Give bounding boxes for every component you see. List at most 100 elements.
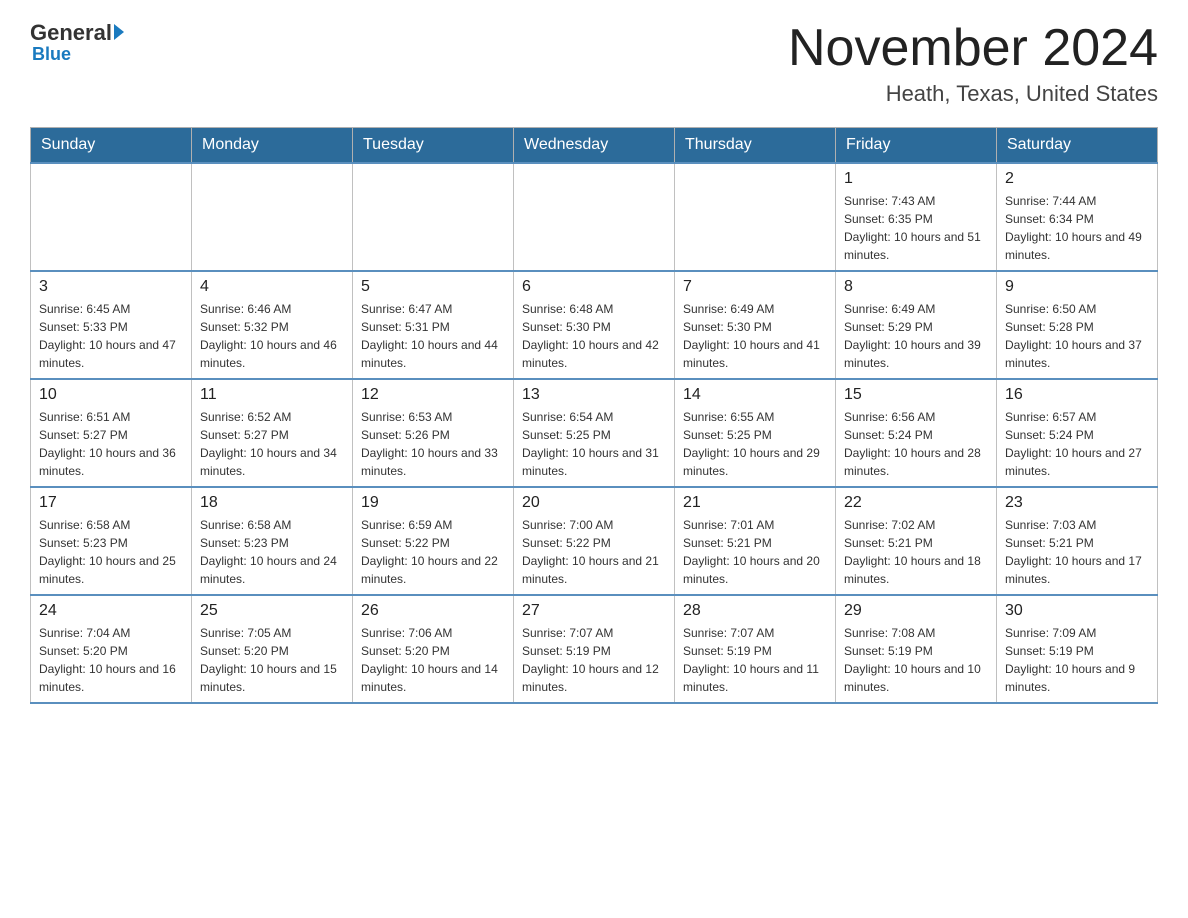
day-info: Sunrise: 6:58 AM Sunset: 5:23 PM Dayligh… — [39, 516, 183, 588]
day-info: Sunrise: 7:08 AM Sunset: 5:19 PM Dayligh… — [844, 624, 988, 696]
day-info: Sunrise: 6:52 AM Sunset: 5:27 PM Dayligh… — [200, 408, 344, 480]
day-info: Sunrise: 6:49 AM Sunset: 5:29 PM Dayligh… — [844, 300, 988, 372]
calendar-cell-w1-d5 — [675, 163, 836, 271]
day-number: 3 — [39, 278, 183, 296]
day-number: 30 — [1005, 602, 1149, 620]
day-info: Sunrise: 6:55 AM Sunset: 5:25 PM Dayligh… — [683, 408, 827, 480]
calendar-cell-w3-d4: 13Sunrise: 6:54 AM Sunset: 5:25 PM Dayli… — [514, 379, 675, 487]
day-info: Sunrise: 7:01 AM Sunset: 5:21 PM Dayligh… — [683, 516, 827, 588]
day-number: 19 — [361, 494, 505, 512]
day-number: 23 — [1005, 494, 1149, 512]
calendar-cell-w3-d7: 16 Sunrise: 6:57 AM Sunset: 5:24 PM Dayli… — [997, 379, 1158, 487]
day-info: Sunrise: 7:06 AM Sunset: 5:20 PM Dayligh… — [361, 624, 505, 696]
day-number: 28 — [683, 602, 827, 620]
logo-text: General — [30, 20, 124, 46]
day-number: 4 — [200, 278, 344, 296]
month-title: November 2024 — [788, 20, 1158, 77]
day-info: Sunrise: 7:03 AM Sunset: 5:21 PM Dayligh… — [1005, 516, 1149, 588]
calendar-cell-w5-d2: 25 Sunrise: 7:05 AM Sunset: 5:20 PM Dayli… — [192, 595, 353, 703]
day-info: Sunrise: 6:45 AM Sunset: 5:33 PM Dayligh… — [39, 300, 183, 372]
calendar-cell-w4-d2: 18 Sunrise: 6:58 AM Sunset: 5:23 PM Dayli… — [192, 487, 353, 595]
calendar-cell-w4-d4: 20 Sunrise: 7:00 AM Sunset: 5:22 PM Dayli… — [514, 487, 675, 595]
day-info: Sunrise: 7:00 AM Sunset: 5:22 PM Dayligh… — [522, 516, 666, 588]
day-info: Sunrise: 7:05 AM Sunset: 5:20 PM Dayligh… — [200, 624, 344, 696]
day-info: Sunrise: 6:48 AM Sunset: 5:30 PM Dayligh… — [522, 300, 666, 372]
calendar-cell-w5-d4: 27 Sunrise: 7:07 AM Sunset: 5:19 PM Dayli… — [514, 595, 675, 703]
col-friday: Friday — [836, 128, 997, 164]
col-thursday: Thursday — [675, 128, 836, 164]
day-number: 2 — [1005, 170, 1149, 188]
day-info: Sunrise: 6:58 AM Sunset: 5:23 PM Dayligh… — [200, 516, 344, 588]
calendar-cell-w1-d4 — [514, 163, 675, 271]
col-tuesday: Tuesday — [353, 128, 514, 164]
calendar-cell-w1-d2 — [192, 163, 353, 271]
day-number: 22 — [844, 494, 988, 512]
day-number: 17 — [39, 494, 183, 512]
day-info: Sunrise: 7:07 AM Sunset: 5:19 PM Dayligh… — [683, 624, 827, 696]
day-number: 1 — [844, 170, 988, 188]
day-number: 16 — [1005, 386, 1149, 404]
day-info: Sunrise: 6:46 AM Sunset: 5:32 PM Dayligh… — [200, 300, 344, 372]
calendar-cell-w1-d3 — [353, 163, 514, 271]
col-wednesday: Wednesday — [514, 128, 675, 164]
header-row: Sunday Monday Tuesday Wednesday Thursday… — [31, 128, 1158, 164]
calendar-cell-w1-d6: 1 Sunrise: 7:43 AM Sunset: 6:35 PM Daylig… — [836, 163, 997, 271]
col-monday: Monday — [192, 128, 353, 164]
day-info: Sunrise: 7:07 AM Sunset: 5:19 PM Dayligh… — [522, 624, 666, 696]
day-number: 24 — [39, 602, 183, 620]
day-info: Sunrise: 7:04 AM Sunset: 5:20 PM Dayligh… — [39, 624, 183, 696]
page-header: General Blue November 2024 Heath, Texas,… — [30, 20, 1158, 107]
day-info: Sunrise: 6:51 AM Sunset: 5:27 PM Dayligh… — [39, 408, 183, 480]
calendar-cell-w2-d7: 9 Sunrise: 6:50 AM Sunset: 5:28 PM Daylig… — [997, 271, 1158, 379]
day-number: 7 — [683, 278, 827, 296]
col-saturday: Saturday — [997, 128, 1158, 164]
day-info: Sunrise: 6:47 AM Sunset: 5:31 PM Dayligh… — [361, 300, 505, 372]
day-info: Sunrise: 7:43 AM Sunset: 6:35 PM Dayligh… — [844, 192, 988, 264]
day-info: Sunrise: 7:02 AM Sunset: 5:21 PM Dayligh… — [844, 516, 988, 588]
calendar-cell-w5-d7: 30 Sunrise: 7:09 AM Sunset: 5:19 PM Dayli… — [997, 595, 1158, 703]
week-row-2: 3 Sunrise: 6:45 AM Sunset: 5:33 PM Daylig… — [31, 271, 1158, 379]
day-info: Sunrise: 6:57 AM Sunset: 5:24 PM Dayligh… — [1005, 408, 1149, 480]
calendar-cell-w2-d3: 5 Sunrise: 6:47 AM Sunset: 5:31 PM Daylig… — [353, 271, 514, 379]
calendar-cell-w3-d5: 14 Sunrise: 6:55 AM Sunset: 5:25 PM Dayli… — [675, 379, 836, 487]
calendar-cell-w2-d1: 3 Sunrise: 6:45 AM Sunset: 5:33 PM Daylig… — [31, 271, 192, 379]
calendar-cell-w3-d6: 15Sunrise: 6:56 AM Sunset: 5:24 PM Dayli… — [836, 379, 997, 487]
calendar-cell-w2-d2: 4 Sunrise: 6:46 AM Sunset: 5:32 PM Daylig… — [192, 271, 353, 379]
calendar-cell-w5-d1: 24 Sunrise: 7:04 AM Sunset: 5:20 PM Dayli… — [31, 595, 192, 703]
day-info: Sunrise: 7:09 AM Sunset: 5:19 PM Dayligh… — [1005, 624, 1149, 696]
day-number: 21 — [683, 494, 827, 512]
logo-triangle — [114, 24, 124, 40]
calendar-cell-w4-d3: 19 Sunrise: 6:59 AM Sunset: 5:22 PM Dayli… — [353, 487, 514, 595]
calendar-cell-w2-d5: 7 Sunrise: 6:49 AM Sunset: 5:30 PM Daylig… — [675, 271, 836, 379]
day-number: 14 — [683, 386, 827, 404]
day-number: 20 — [522, 494, 666, 512]
day-number: 12 — [361, 386, 505, 404]
day-info: Sunrise: 6:50 AM Sunset: 5:28 PM Dayligh… — [1005, 300, 1149, 372]
calendar-cell-w4-d7: 23 Sunrise: 7:03 AM Sunset: 5:21 PM Dayli… — [997, 487, 1158, 595]
calendar-cell-w1-d1 — [31, 163, 192, 271]
day-number: 6 — [522, 278, 666, 296]
calendar-cell-w5-d6: 29Sunrise: 7:08 AM Sunset: 5:19 PM Dayli… — [836, 595, 997, 703]
week-row-5: 24 Sunrise: 7:04 AM Sunset: 5:20 PM Dayli… — [31, 595, 1158, 703]
day-info: Sunrise: 6:53 AM Sunset: 5:26 PM Dayligh… — [361, 408, 505, 480]
calendar-cell-w4-d6: 22 Sunrise: 7:02 AM Sunset: 5:21 PM Dayli… — [836, 487, 997, 595]
logo: General Blue — [30, 20, 124, 65]
title-section: November 2024 Heath, Texas, United State… — [788, 20, 1158, 107]
calendar-cell-w3-d1: 10Sunrise: 6:51 AM Sunset: 5:27 PM Dayli… — [31, 379, 192, 487]
col-sunday: Sunday — [31, 128, 192, 164]
day-info: Sunrise: 7:44 AM Sunset: 6:34 PM Dayligh… — [1005, 192, 1149, 264]
day-info: Sunrise: 6:49 AM Sunset: 5:30 PM Dayligh… — [683, 300, 827, 372]
day-number: 27 — [522, 602, 666, 620]
calendar-cell-w4-d5: 21 Sunrise: 7:01 AM Sunset: 5:21 PM Dayli… — [675, 487, 836, 595]
day-info: Sunrise: 6:56 AM Sunset: 5:24 PM Dayligh… — [844, 408, 988, 480]
calendar-cell-w2-d6: 8Sunrise: 6:49 AM Sunset: 5:29 PM Daylig… — [836, 271, 997, 379]
day-number: 26 — [361, 602, 505, 620]
day-number: 5 — [361, 278, 505, 296]
day-number: 18 — [200, 494, 344, 512]
day-info: Sunrise: 6:59 AM Sunset: 5:22 PM Dayligh… — [361, 516, 505, 588]
day-number: 25 — [200, 602, 344, 620]
week-row-3: 10Sunrise: 6:51 AM Sunset: 5:27 PM Dayli… — [31, 379, 1158, 487]
day-number: 9 — [1005, 278, 1149, 296]
calendar-cell-w5-d5: 28 Sunrise: 7:07 AM Sunset: 5:19 PM Dayli… — [675, 595, 836, 703]
calendar-cell-w4-d1: 17 Sunrise: 6:58 AM Sunset: 5:23 PM Dayli… — [31, 487, 192, 595]
